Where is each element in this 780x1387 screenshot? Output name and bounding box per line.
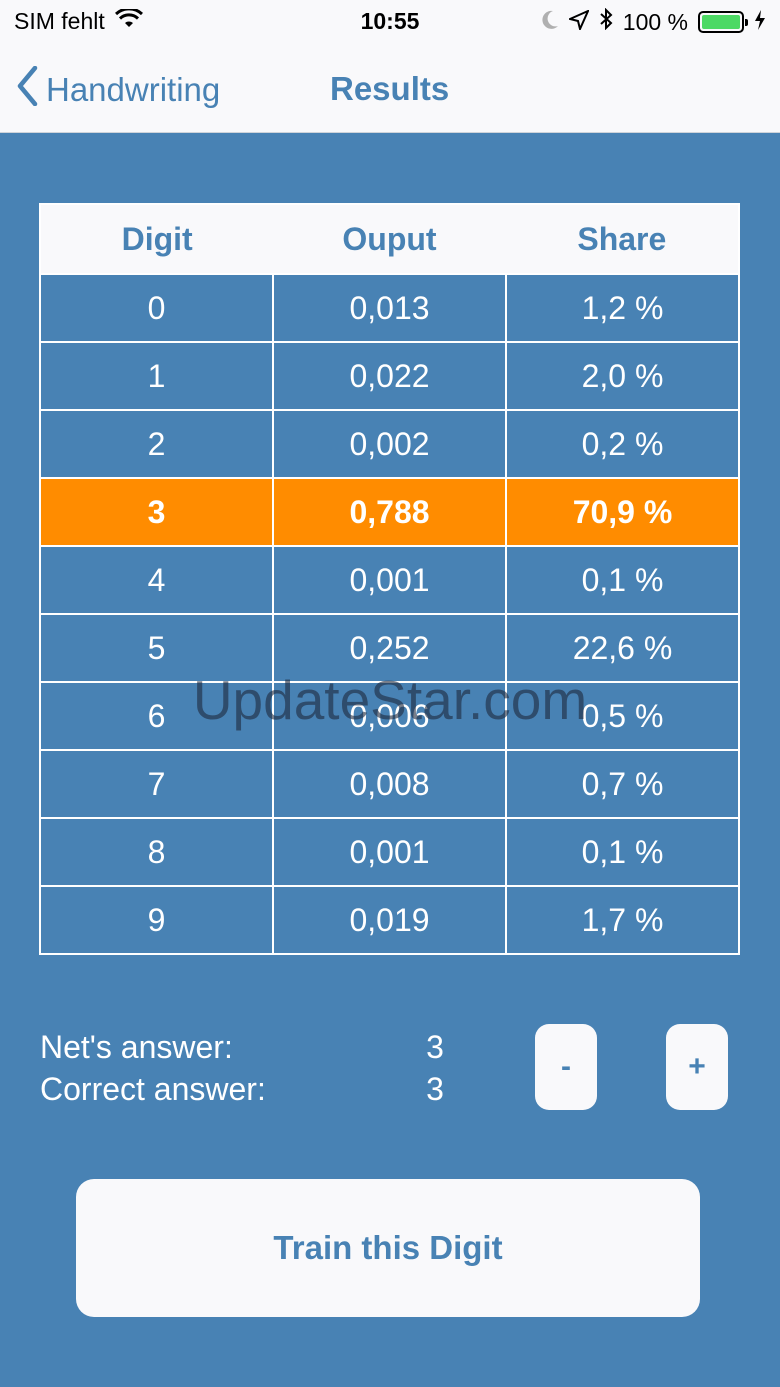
back-label: Handwriting (46, 71, 221, 108)
bluetooth-icon (599, 7, 613, 36)
top-bar: SIM fehlt 10:55 100 % Handwriting Result… (0, 0, 780, 133)
table-header: Digit Ouput Share (41, 205, 738, 273)
cell-output: 0,788 (272, 479, 505, 545)
header-output: Ouput (342, 221, 437, 257)
cell-digit: 4 (147, 562, 166, 598)
cell-output: 0,013 (272, 275, 505, 341)
table-row: 5 0,252 22,6 % (41, 613, 738, 681)
cell-digit: 1 (147, 358, 166, 394)
decrement-button[interactable]: - (535, 1024, 597, 1110)
cell-output: 0,002 (272, 411, 505, 477)
cell-output: 0,252 (272, 615, 505, 681)
answers-panel: Net's answer: 3 Correct answer: 3 (40, 1026, 450, 1110)
header-digit: Digit (121, 221, 193, 257)
cell-digit: 5 (147, 630, 166, 666)
battery-icon (698, 11, 748, 33)
table-row-highlighted: 3 0,788 70,9 % (41, 477, 738, 545)
cell-share: 0,1 % (505, 547, 738, 613)
train-digit-button[interactable]: Train this Digit (76, 1179, 700, 1317)
cell-share: 0,5 % (505, 683, 738, 749)
cell-digit: 8 (147, 834, 166, 870)
navigation-bar: Handwriting Results (0, 44, 780, 133)
cell-share: 22,6 % (505, 615, 738, 681)
cell-digit: 2 (147, 426, 166, 462)
cell-output: 0,022 (272, 343, 505, 409)
cell-digit: 7 (147, 766, 166, 802)
correct-answer-row: Correct answer: 3 (40, 1068, 450, 1110)
cell-share: 2,0 % (505, 343, 738, 409)
cell-digit: 3 (147, 494, 166, 530)
table-row: 1 0,022 2,0 % (41, 341, 738, 409)
increment-button[interactable]: + (666, 1024, 728, 1110)
cell-share: 1,2 % (505, 275, 738, 341)
status-right: 100 % (541, 7, 766, 36)
table-row: 0 0,013 1,2 % (41, 273, 738, 341)
cell-output: 0,001 (272, 547, 505, 613)
cell-output: 0,001 (272, 819, 505, 885)
correct-answer-label: Correct answer: (40, 1071, 266, 1107)
table-row: 2 0,002 0,2 % (41, 409, 738, 477)
cell-output: 0,006 (272, 683, 505, 749)
battery-percent: 100 % (622, 8, 688, 35)
results-table: Digit Ouput Share 0 0,013 1,2 % 1 0,022 … (39, 203, 740, 955)
table-row: 7 0,008 0,7 % (41, 749, 738, 817)
charging-icon (754, 9, 766, 36)
chevron-left-icon (16, 65, 38, 114)
cell-output: 0,008 (272, 751, 505, 817)
table-row: 4 0,001 0,1 % (41, 545, 738, 613)
back-button[interactable]: Handwriting (16, 65, 221, 114)
cell-digit: 6 (147, 698, 166, 734)
net-answer-label: Net's answer: (40, 1029, 233, 1065)
cell-share: 1,7 % (505, 887, 738, 953)
status-bar: SIM fehlt 10:55 100 % (0, 0, 780, 44)
correct-answer-value: 3 (426, 1071, 444, 1107)
cell-share: 0,7 % (505, 751, 738, 817)
location-icon (566, 8, 590, 36)
cell-digit: 9 (147, 902, 166, 938)
cell-share: 0,2 % (505, 411, 738, 477)
net-answer-row: Net's answer: 3 (40, 1026, 450, 1068)
page-title: Results (330, 70, 450, 107)
table-row: 8 0,001 0,1 % (41, 817, 738, 885)
cell-share: 70,9 % (505, 479, 738, 545)
cell-share: 0,1 % (505, 819, 738, 885)
net-answer-value: 3 (426, 1029, 444, 1065)
moon-icon (541, 9, 559, 36)
header-share: Share (577, 221, 667, 257)
cell-output: 0,019 (272, 887, 505, 953)
table-row: 9 0,019 1,7 % (41, 885, 738, 953)
cell-digit: 0 (147, 290, 166, 326)
table-row: 6 0,006 0,5 % (41, 681, 738, 749)
